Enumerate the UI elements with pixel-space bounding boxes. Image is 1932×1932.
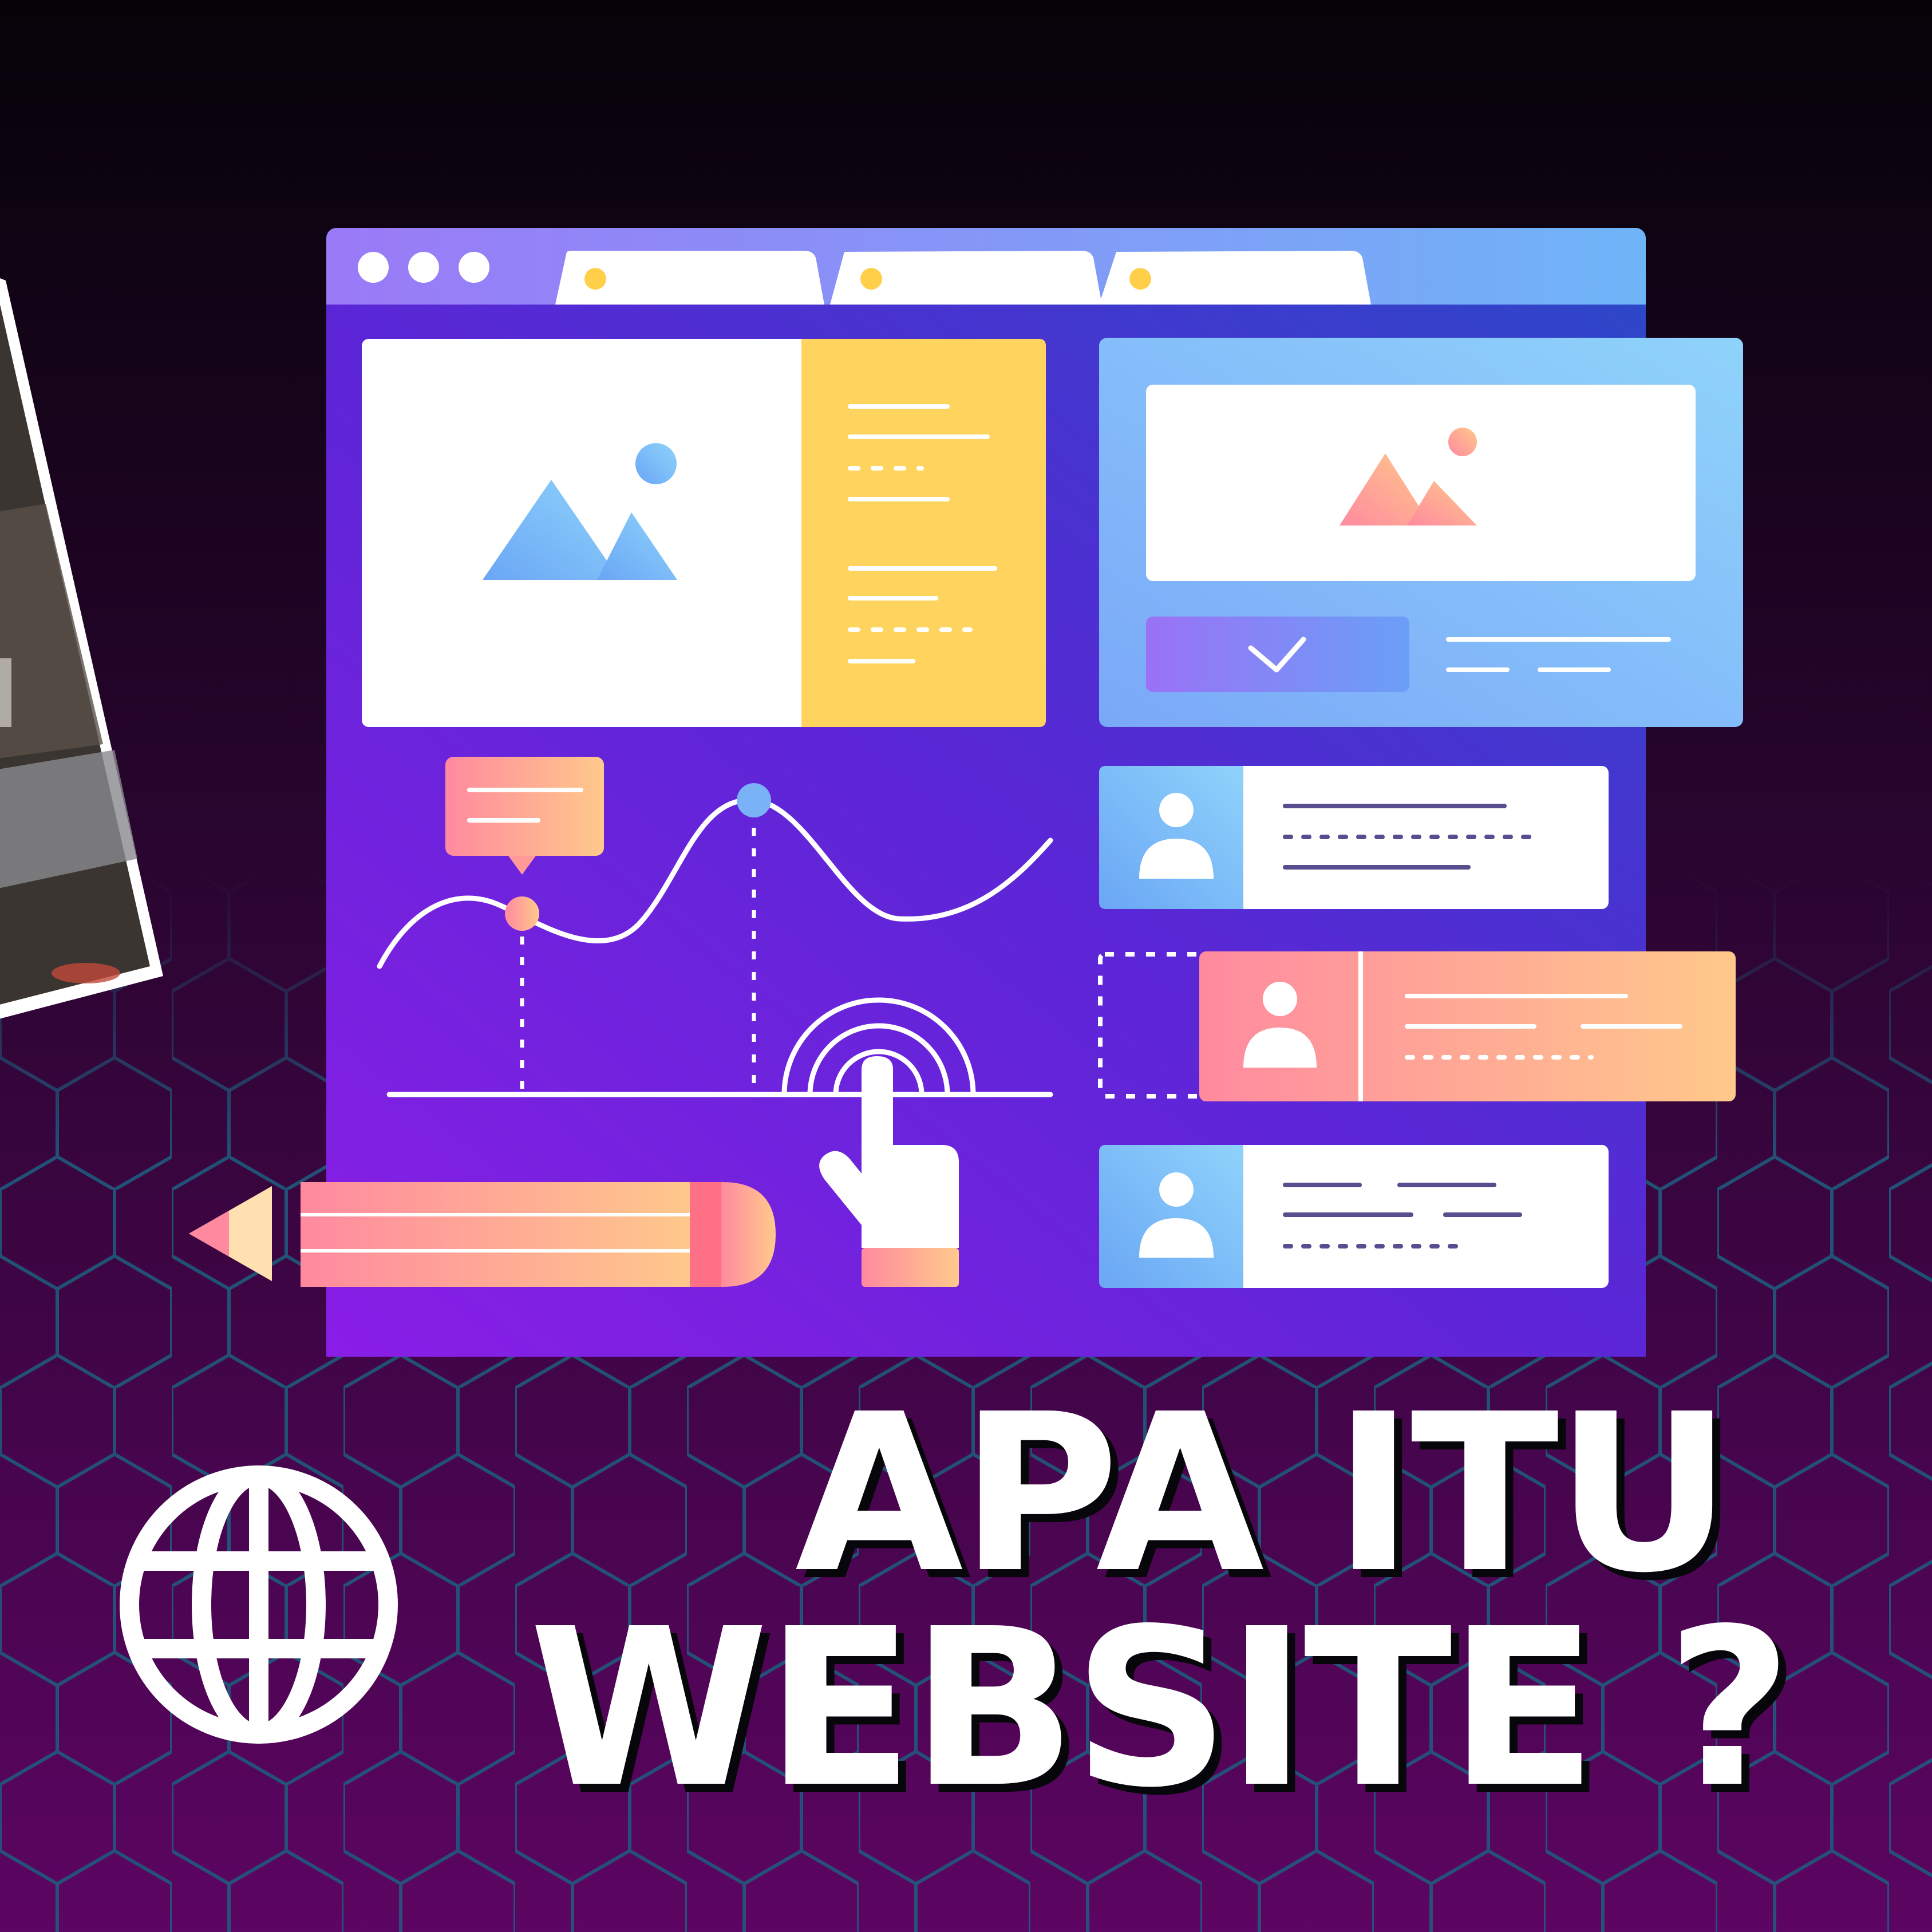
user-card-1 — [1099, 766, 1609, 909]
headline-line-1: APA ITU — [795, 1367, 1732, 1621]
image-text-card — [362, 339, 1046, 727]
confirm-card — [1099, 338, 1743, 727]
headline-line-2: WEBSITE ? — [529, 1582, 1792, 1835]
window-dots-icon — [358, 252, 489, 283]
check-button[interactable] — [1146, 617, 1409, 692]
chart-point-1 — [505, 896, 539, 931]
user-card-3 — [1099, 1145, 1609, 1288]
browser-tabs — [555, 251, 1371, 305]
chart-point-2 — [737, 783, 771, 817]
